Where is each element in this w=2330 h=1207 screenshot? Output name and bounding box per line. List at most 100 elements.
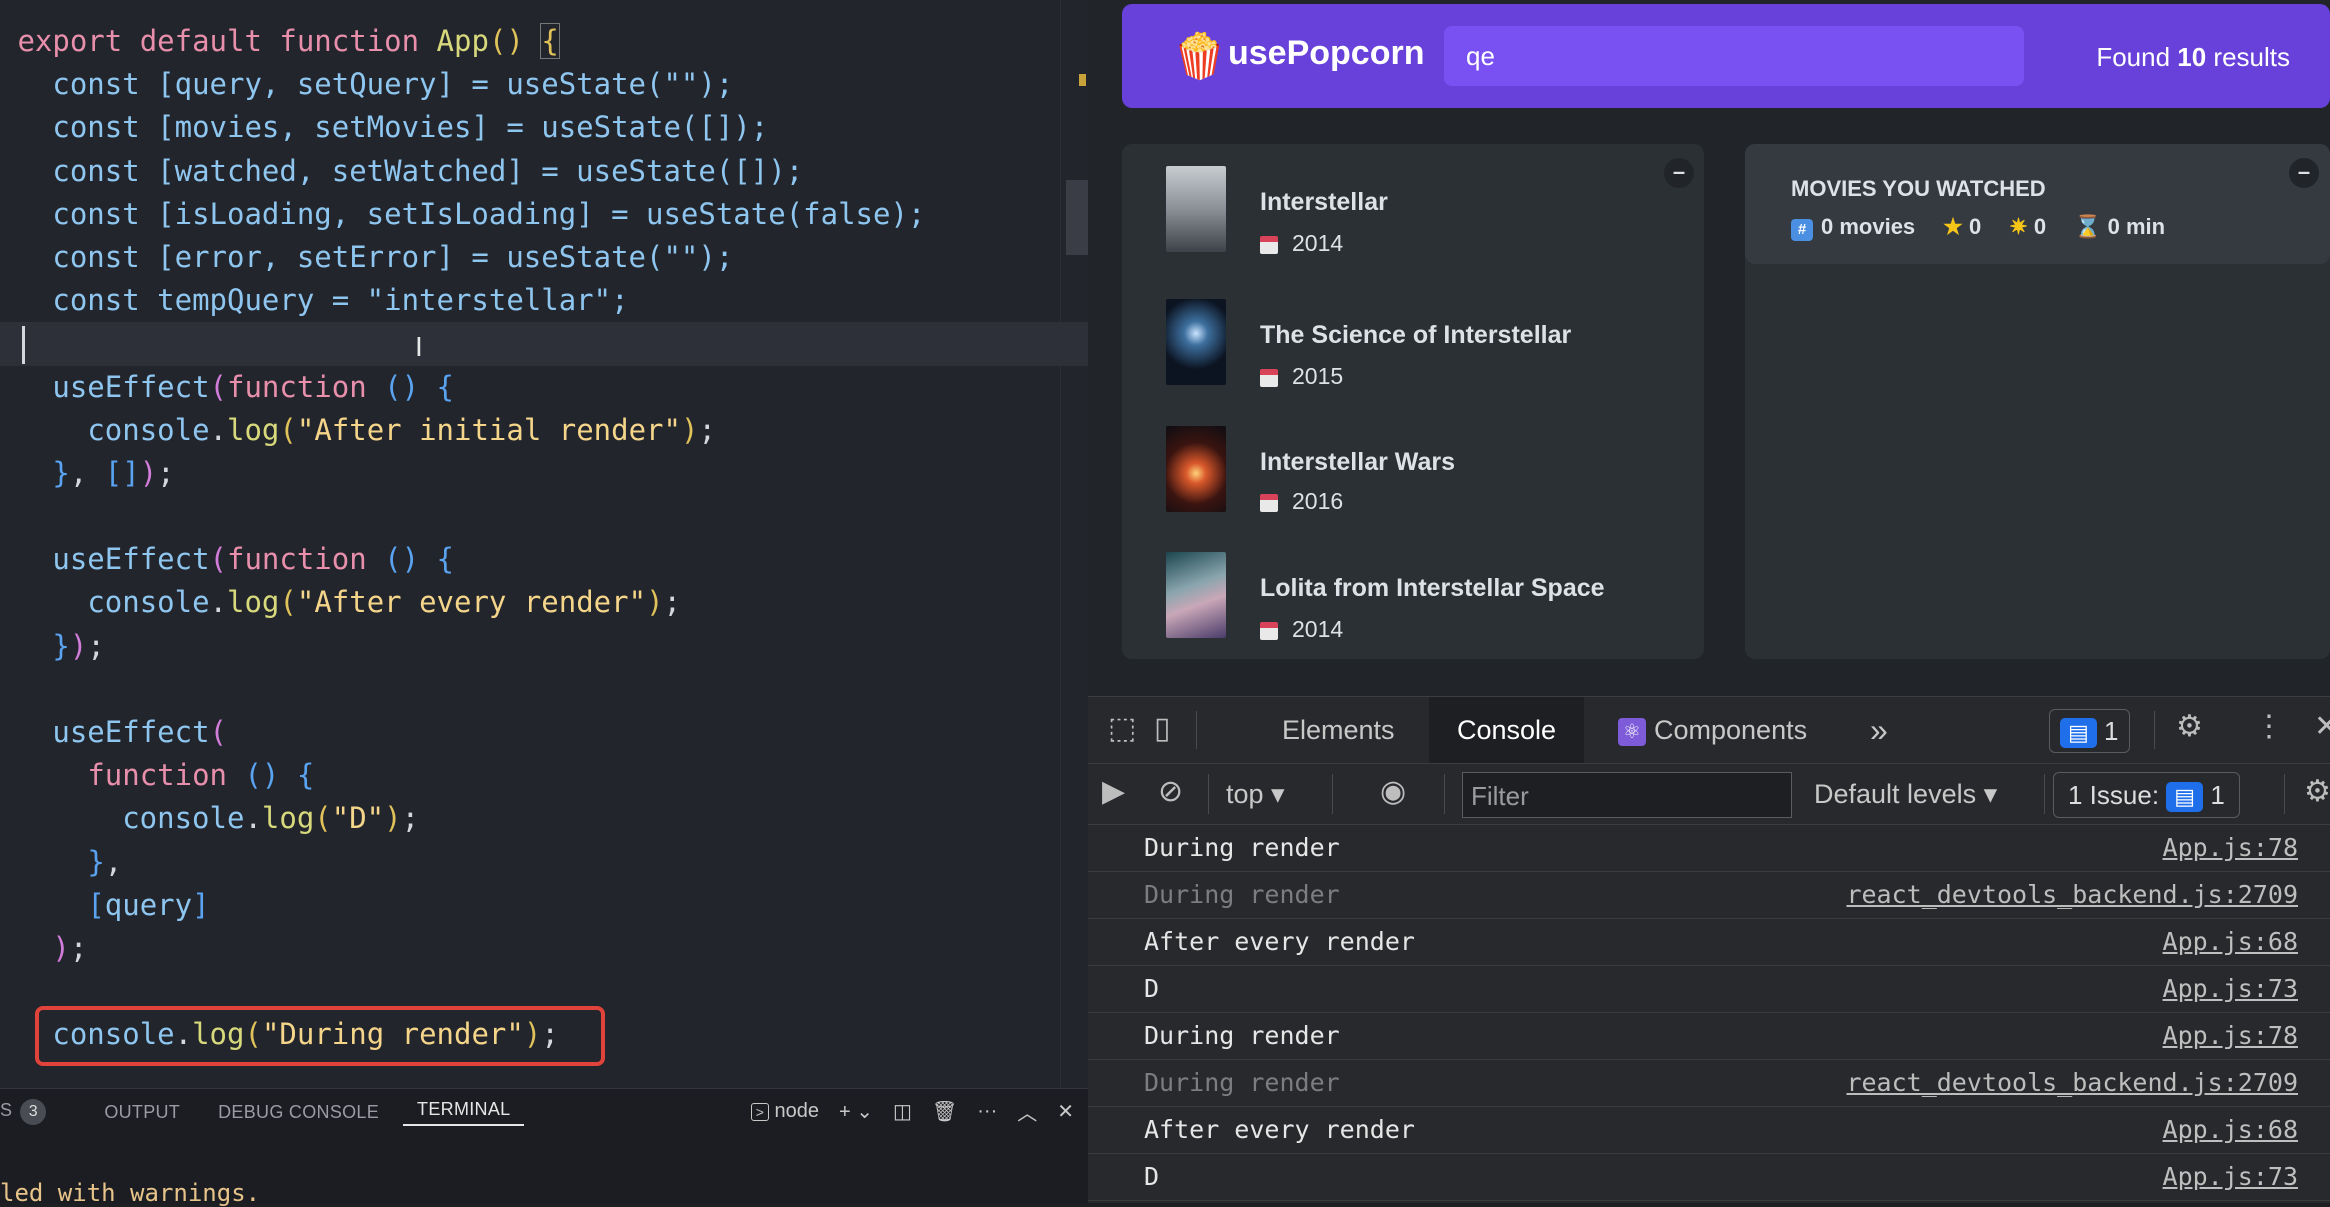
source-link[interactable]: App.js:78 — [2163, 1013, 2298, 1059]
terminal-shell-selector[interactable]: > node — [750, 1100, 819, 1123]
problems-count-badge: 3 — [20, 1099, 47, 1125]
context-selector[interactable]: top ▾ — [1226, 764, 1285, 824]
tab-problems[interactable]: S3 — [0, 1099, 60, 1125]
watched-box: MOVIES YOU WATCHED #0 movies ★ 0 ✷ 0 ⌛ 0… — [1745, 144, 2330, 659]
messages-badge[interactable]: ▤ 1 — [2049, 709, 2130, 753]
hourglass-icon: ⌛ — [2074, 214, 2102, 239]
app-navbar: 🍿 usePopcorn qe Found 10 results — [1122, 4, 2330, 108]
code-line: useEffect(function () { — [52, 369, 455, 404]
calendar-icon — [1260, 493, 1278, 512]
devtools-tabbar: ⬚ ▯ Elements Console ⚛ Components » ▤ 1 ⚙… — [1088, 697, 2330, 764]
movie-item[interactable]: Interstellar Wars 2016 — [1122, 426, 1704, 546]
code-editor[interactable]: export default function App() { const [q… — [0, 0, 1088, 1088]
code-line: const [watched, setWatched] = useState([… — [52, 153, 804, 188]
source-link[interactable]: App.js:73 — [2163, 1154, 2298, 1200]
movie-item[interactable]: The Science of Interstellar 2015 — [1122, 299, 1704, 419]
code-line: [query] — [87, 887, 210, 922]
code-line: }); — [52, 628, 105, 663]
source-link[interactable]: App.js:73 — [2163, 966, 2298, 1012]
code-line: useEffect( — [52, 715, 227, 749]
sidebar-toggle-icon[interactable]: ▶ — [1102, 774, 1125, 809]
source-link[interactable]: react_devtools_backend.js:2709 — [1846, 872, 2298, 918]
terminal-icon: > — [750, 1103, 769, 1121]
console-message: During render react_devtools_backend.js:2… — [1088, 872, 2330, 919]
highlight-box — [35, 1006, 605, 1066]
tab-console[interactable]: Console — [1429, 697, 1585, 763]
log-levels-dropdown[interactable]: Default levels ▾ — [1814, 764, 1997, 824]
movie-poster — [1166, 426, 1226, 512]
movie-poster — [1166, 552, 1226, 638]
code-line: }, []); — [52, 455, 175, 490]
close-devtools-icon[interactable]: ✕ — [2314, 709, 2330, 744]
code-line: useEffect(function () { — [52, 542, 455, 577]
code-line-active[interactable] — [0, 322, 1088, 366]
movie-item[interactable]: Lolita from Interstellar Space 2014 — [1122, 552, 1704, 659]
console-message: After every render App.js:68 — [1088, 919, 2330, 966]
ibeam-cursor-icon: I — [415, 331, 423, 362]
code-line: }, — [87, 844, 123, 879]
app-logo: usePopcorn — [1228, 34, 1425, 72]
code-line: const [movies, setMovies] = useState([])… — [52, 110, 769, 145]
search-input[interactable]: qe — [1444, 26, 2024, 86]
tab-components[interactable]: ⚛ Components — [1618, 697, 1807, 763]
more-tabs-icon[interactable]: » — [1870, 697, 1888, 763]
split-terminal-icon[interactable]: ◫ — [893, 1099, 912, 1124]
toggle-watched-button[interactable]: – — [2289, 158, 2319, 188]
code-line: const tempQuery = "interstellar"; — [52, 283, 629, 318]
trash-icon[interactable]: 🗑 — [932, 1099, 957, 1124]
text-caret — [22, 326, 25, 364]
movie-title: Interstellar Wars — [1260, 448, 1455, 476]
source-link[interactable]: App.js:68 — [2163, 1107, 2298, 1153]
browser-viewport: 🍿 usePopcorn qe Found 10 results – Inter… — [1088, 0, 2330, 1203]
clear-console-icon[interactable]: ⊘ — [1158, 774, 1183, 809]
tab-terminal[interactable]: TERMINAL — [403, 1099, 525, 1126]
more-actions-icon[interactable]: ··· — [977, 1100, 997, 1123]
console-message: After every render App.js:68 — [1088, 1107, 2330, 1154]
console-log-list: During render App.js:78 During render reac… — [1088, 825, 2330, 1201]
console-message: D App.js:73 — [1088, 966, 2330, 1013]
console-filter-input[interactable]: Filter — [1462, 772, 1792, 818]
code-line: const [error, setError] = useState(""); — [52, 239, 734, 274]
calendar-icon — [1260, 621, 1278, 640]
source-link[interactable]: react_devtools_backend.js:2709 — [1846, 1060, 2298, 1106]
movie-item[interactable]: Interstellar 2014 — [1122, 166, 1704, 286]
add-terminal-icon[interactable]: + ⌄ — [839, 1099, 873, 1124]
source-link[interactable]: App.js:68 — [2163, 919, 2298, 965]
device-toolbar-icon[interactable]: ▯ — [1154, 711, 1171, 746]
tab-elements[interactable]: Elements — [1282, 697, 1395, 763]
code-line: const [isLoading, setIsLoading] = useSta… — [52, 196, 926, 231]
tab-debug-console[interactable]: DEBUG CONSOLE — [204, 1102, 393, 1123]
watched-summary: MOVIES YOU WATCHED #0 movies ★ 0 ✷ 0 ⌛ 0… — [1745, 144, 2330, 264]
console-message: During render App.js:78 — [1088, 825, 2330, 872]
inspect-element-icon[interactable]: ⬚ — [1108, 711, 1136, 746]
star-icon: ★ — [1943, 214, 1963, 239]
movie-year: 2016 — [1260, 488, 1343, 515]
close-panel-icon[interactable]: ✕ — [1057, 1099, 1074, 1124]
maximize-panel-icon[interactable]: ︿ — [1017, 1097, 1037, 1126]
tab-output[interactable]: OUTPUT — [90, 1102, 194, 1123]
devtools-panel: ⬚ ▯ Elements Console ⚛ Components » ▤ 1 ⚙… — [1088, 696, 2330, 1203]
terminal-panel: S3 OUTPUT DEBUG CONSOLE TERMINAL > node … — [0, 1088, 1088, 1207]
code-line: const [query, setQuery] = useState(""); — [52, 67, 734, 102]
source-link[interactable]: App.js:78 — [2163, 825, 2298, 871]
issues-button[interactable]: 1 Issue: ▤ 1 — [2053, 772, 2240, 818]
terminal-output-line: led with warnings. — [0, 1179, 261, 1207]
summary-stats: #0 movies ★ 0 ✷ 0 ⌛ 0 min — [1791, 214, 2165, 241]
message-icon: ▤ — [2060, 718, 2097, 748]
movie-title: Lolita from Interstellar Space — [1260, 574, 1605, 602]
stat-movies: #0 movies — [1791, 214, 1915, 241]
console-message: During render App.js:78 — [1088, 1013, 2330, 1060]
code-line: console.log("After every render"); — [87, 585, 681, 620]
movie-poster — [1166, 166, 1226, 252]
console-message: D App.js:73 — [1088, 1154, 2330, 1201]
kebab-menu-icon[interactable]: ⋮ — [2254, 709, 2284, 744]
hash-icon: # — [1791, 219, 1813, 241]
settings-gear-icon[interactable]: ⚙ — [2176, 709, 2203, 744]
movie-list-box: – Interstellar 2014 The Science of Inter… — [1122, 144, 1704, 659]
code-line: console.log("D"); — [122, 801, 420, 836]
live-expression-eye-icon[interactable]: ◉ — [1380, 774, 1406, 809]
stat-runtime: ⌛ 0 min — [2074, 214, 2166, 239]
console-settings-icon[interactable]: ⚙ — [2304, 774, 2330, 809]
code-line: ); — [52, 930, 88, 965]
